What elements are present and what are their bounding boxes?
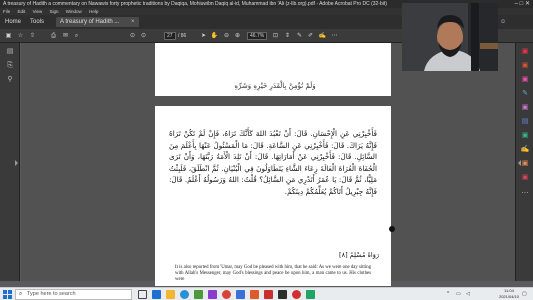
menu-help[interactable]: Help xyxy=(89,9,98,14)
search-icon[interactable]: ⌕ xyxy=(72,31,81,41)
file-explorer-icon[interactable] xyxy=(166,290,175,299)
more-tools-panel-icon[interactable]: ⋯ xyxy=(520,189,530,198)
bookmark-icon[interactable]: ☆ xyxy=(16,31,25,41)
menu-view[interactable]: View xyxy=(33,9,43,14)
tab-document[interactable]: A treasury of Hadith ... × xyxy=(56,17,139,27)
scroll-mode-icon[interactable]: ⇕ xyxy=(283,31,292,41)
fill-sign-icon[interactable]: ✍ xyxy=(520,145,530,154)
acrobat-icon[interactable] xyxy=(264,290,273,299)
protect-icon[interactable]: ▣ xyxy=(520,159,530,168)
taskbar-search-box[interactable]: ⌕ Type here to search xyxy=(15,289,132,300)
document-viewport[interactable]: وَلَمْ تُؤْمِنْ بِالْقَدَرِ خَيْرِهِ وَش… xyxy=(21,43,515,286)
windows-taskbar: ⌕ Type here to search ^ ▭ ◁ 11:04 2021/0… xyxy=(0,287,533,300)
edit-pdf-icon[interactable]: ▣ xyxy=(520,75,530,84)
app-icon-1[interactable] xyxy=(152,290,161,299)
app-icon-5[interactable] xyxy=(250,290,259,299)
tab-document-label: A treasury of Hadith ... xyxy=(60,19,120,25)
left-nav-panel: ▤ ⎘ ⚲ xyxy=(0,43,20,281)
pdf-page-previous: وَلَمْ تُؤْمِنْ بِالْقَدَرِ خَيْرِهِ وَش… xyxy=(155,43,391,96)
more-tools-icon[interactable]: ⋯ xyxy=(330,31,339,41)
menu-file[interactable]: File xyxy=(3,9,10,14)
clock-date: 2021/04/10 xyxy=(498,294,519,299)
zoom-out-icon[interactable]: ⊖ xyxy=(222,31,231,41)
windows-start-icon[interactable] xyxy=(3,290,12,299)
chrome-icon[interactable] xyxy=(222,290,231,299)
organize-pages-icon[interactable]: ▤ xyxy=(520,117,530,126)
presenter-image xyxy=(402,3,498,71)
menu-window[interactable]: Window xyxy=(66,9,82,14)
comment-icon[interactable]: ✎ xyxy=(295,31,304,41)
app-icon-7[interactable] xyxy=(292,290,301,299)
app-icon-3[interactable] xyxy=(208,290,217,299)
window-title: A treasury of Hadith a commentary on Naw… xyxy=(3,1,387,7)
combine-files-icon[interactable]: ▣ xyxy=(520,103,530,112)
prev-page-icon[interactable]: ⊙ xyxy=(128,31,137,41)
upload-icon[interactable]: ⇧ xyxy=(28,31,37,41)
save-icon[interactable]: ▣ xyxy=(4,31,13,41)
app-icon-8[interactable] xyxy=(306,290,315,299)
arabic-hadith-text: فَأَخْبِرْنِي عَنِ الْإِحْسَانِ. قَالَ: … xyxy=(169,129,377,196)
sign-in-icon[interactable]: ☺ xyxy=(500,17,506,27)
comment-tool-icon[interactable]: ✎ xyxy=(520,89,530,98)
tray-chevron-icon[interactable]: ^ xyxy=(447,291,449,297)
email-icon[interactable]: ✉ xyxy=(61,31,70,41)
select-cursor-icon[interactable]: ➤ xyxy=(199,31,208,41)
menu-sign[interactable]: Sign xyxy=(50,9,59,14)
right-tools-panel: ▣ ▣ ▣ ✎ ▣ ▤ ▣ ✍ ▣ ▣ ⋯ xyxy=(515,43,533,281)
page-text-fragment: وَلَمْ تُؤْمِنْ بِالْقَدَرِ خَيْرِهِ وَش… xyxy=(234,82,316,90)
english-translation-text: It is also reported from 'Umar, may God … xyxy=(175,265,371,282)
app-icon-2[interactable] xyxy=(194,290,203,299)
scan-ocr-icon[interactable]: ▣ xyxy=(520,131,530,140)
pdf-page-current: فَأَخْبِرْنِي عَنِ الْإِحْسَانِ. قَالَ: … xyxy=(155,106,391,286)
hand-tool-icon[interactable]: ✋ xyxy=(210,31,219,41)
print-icon[interactable]: ⎙ xyxy=(49,31,58,41)
send-for-review-icon[interactable]: ▣ xyxy=(520,173,530,182)
page-total: / 86 xyxy=(178,33,187,39)
tab-close-icon[interactable]: × xyxy=(131,19,135,25)
tab-home[interactable]: Home xyxy=(5,17,21,27)
window-controls[interactable]: – □ ✕ xyxy=(515,0,530,8)
bookmarks-panel-icon[interactable]: ⎘ xyxy=(5,61,15,70)
page-number-input[interactable]: 27 xyxy=(164,32,176,40)
highlight-icon[interactable]: ✐ xyxy=(306,31,315,41)
edge-icon[interactable] xyxy=(180,290,189,299)
search-icon: ⌕ xyxy=(19,291,23,297)
search-placeholder: Type here to search xyxy=(27,291,76,297)
hadith-reference: رَوَاهُ مُسْلِمٌ [٨] xyxy=(339,251,379,259)
fit-page-icon[interactable]: ⊡ xyxy=(271,31,280,41)
page-thumbnails-icon[interactable]: ▤ xyxy=(5,47,15,56)
export-pdf-icon[interactable]: ▣ xyxy=(520,47,530,56)
task-view-icon[interactable] xyxy=(138,290,147,299)
zoom-level-select[interactable]: 46.7% xyxy=(247,32,268,40)
tab-tools[interactable]: Tools xyxy=(30,17,44,27)
sign-icon[interactable]: ✍ xyxy=(318,31,327,41)
menu-edit[interactable]: Edit xyxy=(18,9,26,14)
attachments-icon[interactable]: ⚲ xyxy=(5,75,15,84)
zoom-in-icon[interactable]: ⊕ xyxy=(233,31,242,41)
clock[interactable]: 11:04 2021/04/10 xyxy=(499,288,519,300)
webcam-overlay xyxy=(402,3,498,71)
network-icon[interactable]: ▭ xyxy=(456,291,461,297)
app-icon-4[interactable] xyxy=(236,290,245,299)
next-page-icon[interactable]: ⊙ xyxy=(139,31,148,41)
collapse-panel-icon[interactable] xyxy=(518,160,521,166)
volume-icon[interactable]: ◁ xyxy=(466,291,470,297)
expand-panel-icon[interactable] xyxy=(15,160,18,166)
app-icon-6[interactable] xyxy=(278,290,287,299)
notifications-icon[interactable]: ▢ xyxy=(522,291,527,297)
create-pdf-icon[interactable]: ▣ xyxy=(520,61,530,70)
mouse-cursor xyxy=(389,226,395,232)
